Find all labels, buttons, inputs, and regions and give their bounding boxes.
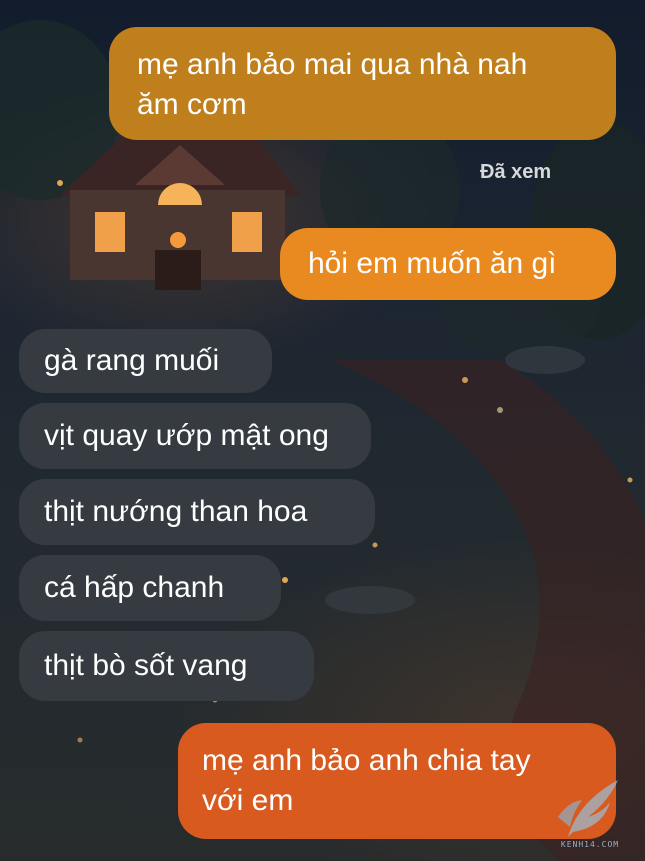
message-bubble-outgoing[interactable]: hỏi em muốn ăn gì — [280, 228, 616, 300]
feather-icon — [558, 780, 618, 837]
message-bubble-incoming[interactable]: thịt bò sốt vang — [19, 631, 314, 701]
message-bubble-incoming[interactable]: gà rang muối — [19, 329, 272, 393]
watermark-text: KENH14.COM — [560, 840, 620, 849]
message-bubble-incoming[interactable]: cá hấp chanh — [19, 555, 281, 621]
message-bubble-incoming[interactable]: thịt nướng than hoa — [19, 479, 375, 545]
read-receipt: Đã xem — [480, 161, 552, 183]
watermark-logo: KENH14.COM — [548, 772, 632, 854]
message-bubble-incoming[interactable]: vịt quay ướp mật ong — [19, 403, 371, 469]
message-bubble-outgoing[interactable]: mẹ anh bảo mai qua nhà nah ăm cơm — [109, 27, 616, 140]
